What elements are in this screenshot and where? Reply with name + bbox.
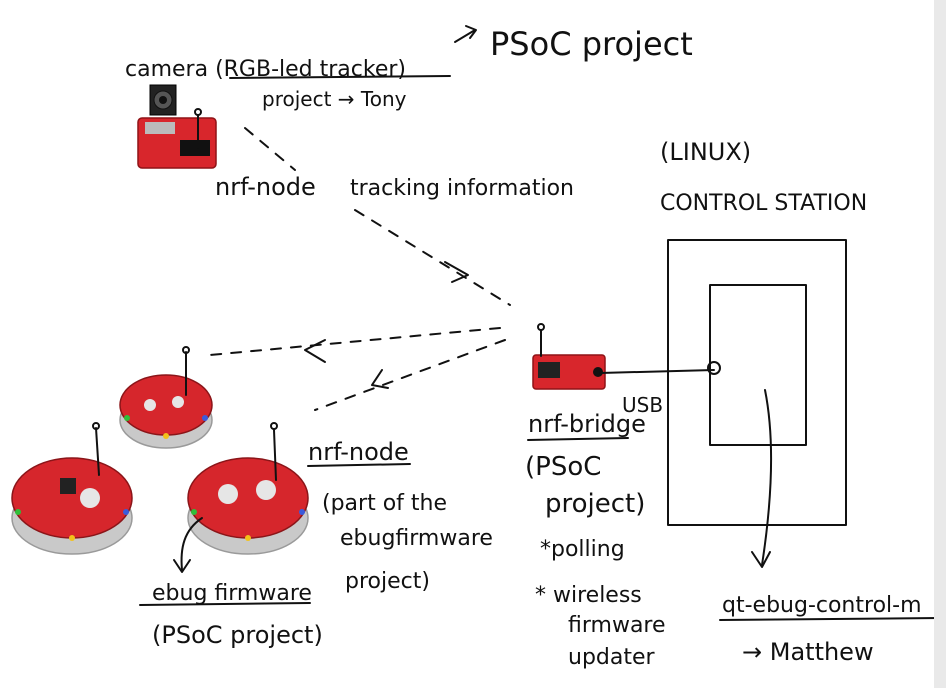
bridge-psoc-label: (PSoC	[525, 452, 601, 482]
ebug-firmware-label: ebug firmware	[152, 581, 312, 606]
control-station-inner-box	[709, 284, 807, 446]
ebug-robot-2	[11, 457, 133, 555]
qt-ebug-label: qt-ebug-control-m	[722, 593, 922, 618]
bridge-polling-label: *polling	[540, 537, 625, 562]
camera-project-label: project → Tony	[262, 87, 407, 111]
matthew-label: → Matthew	[742, 638, 874, 666]
ebugfirmware-label: ebugfirmware	[340, 526, 493, 551]
control-station-box	[667, 239, 847, 526]
dash-camera-start	[244, 127, 296, 171]
dash-camera-to-bridge	[354, 209, 511, 306]
arrow-to-qt	[761, 389, 773, 566]
bridge-board	[532, 354, 606, 390]
dash-bridge-to-robot1	[209, 327, 501, 356]
dash-bridge-to-robot2	[314, 339, 506, 411]
diagram-canvas: camera (RGB-led tracker) project → Tony …	[11, 0, 946, 688]
control-station-label: CONTROL STATION	[660, 191, 867, 216]
ebug-robot-1	[119, 374, 213, 449]
scroll-edge	[934, 0, 946, 688]
bridge-project-label: project)	[545, 489, 645, 519]
dash-arrowhead-1	[444, 261, 469, 283]
psoc-project-label: PSoC project	[490, 25, 693, 63]
bridge-updater-label: updater	[568, 645, 656, 670]
qt-ebug-underline	[719, 617, 941, 621]
bridge-antenna	[537, 323, 545, 357]
arrowhead-qt	[751, 551, 771, 568]
nrf-node-bottom-label: nrf-node	[308, 438, 409, 466]
dash-arrowhead-3	[371, 369, 389, 389]
ebug-psoc-label: (PSoC project)	[152, 621, 323, 649]
nrf-bridge-label: nrf-bridge	[528, 410, 646, 438]
linux-label: (LINUX)	[660, 138, 751, 166]
nrf-bridge-underline	[527, 437, 629, 441]
ebug-robot-3	[187, 457, 309, 555]
bridge-wireless-label: * wireless	[535, 583, 642, 608]
dash-arrowhead-2	[304, 339, 326, 363]
camera-board	[137, 84, 217, 169]
nrf-node-top-label: nrf-node	[215, 173, 316, 201]
bridge-firmware-label: firmware	[568, 613, 666, 638]
part-of-label: (part of the	[322, 491, 447, 516]
tracking-label: tracking information	[350, 176, 574, 201]
part-project-label: project)	[345, 569, 430, 594]
usb-cable	[599, 369, 715, 374]
